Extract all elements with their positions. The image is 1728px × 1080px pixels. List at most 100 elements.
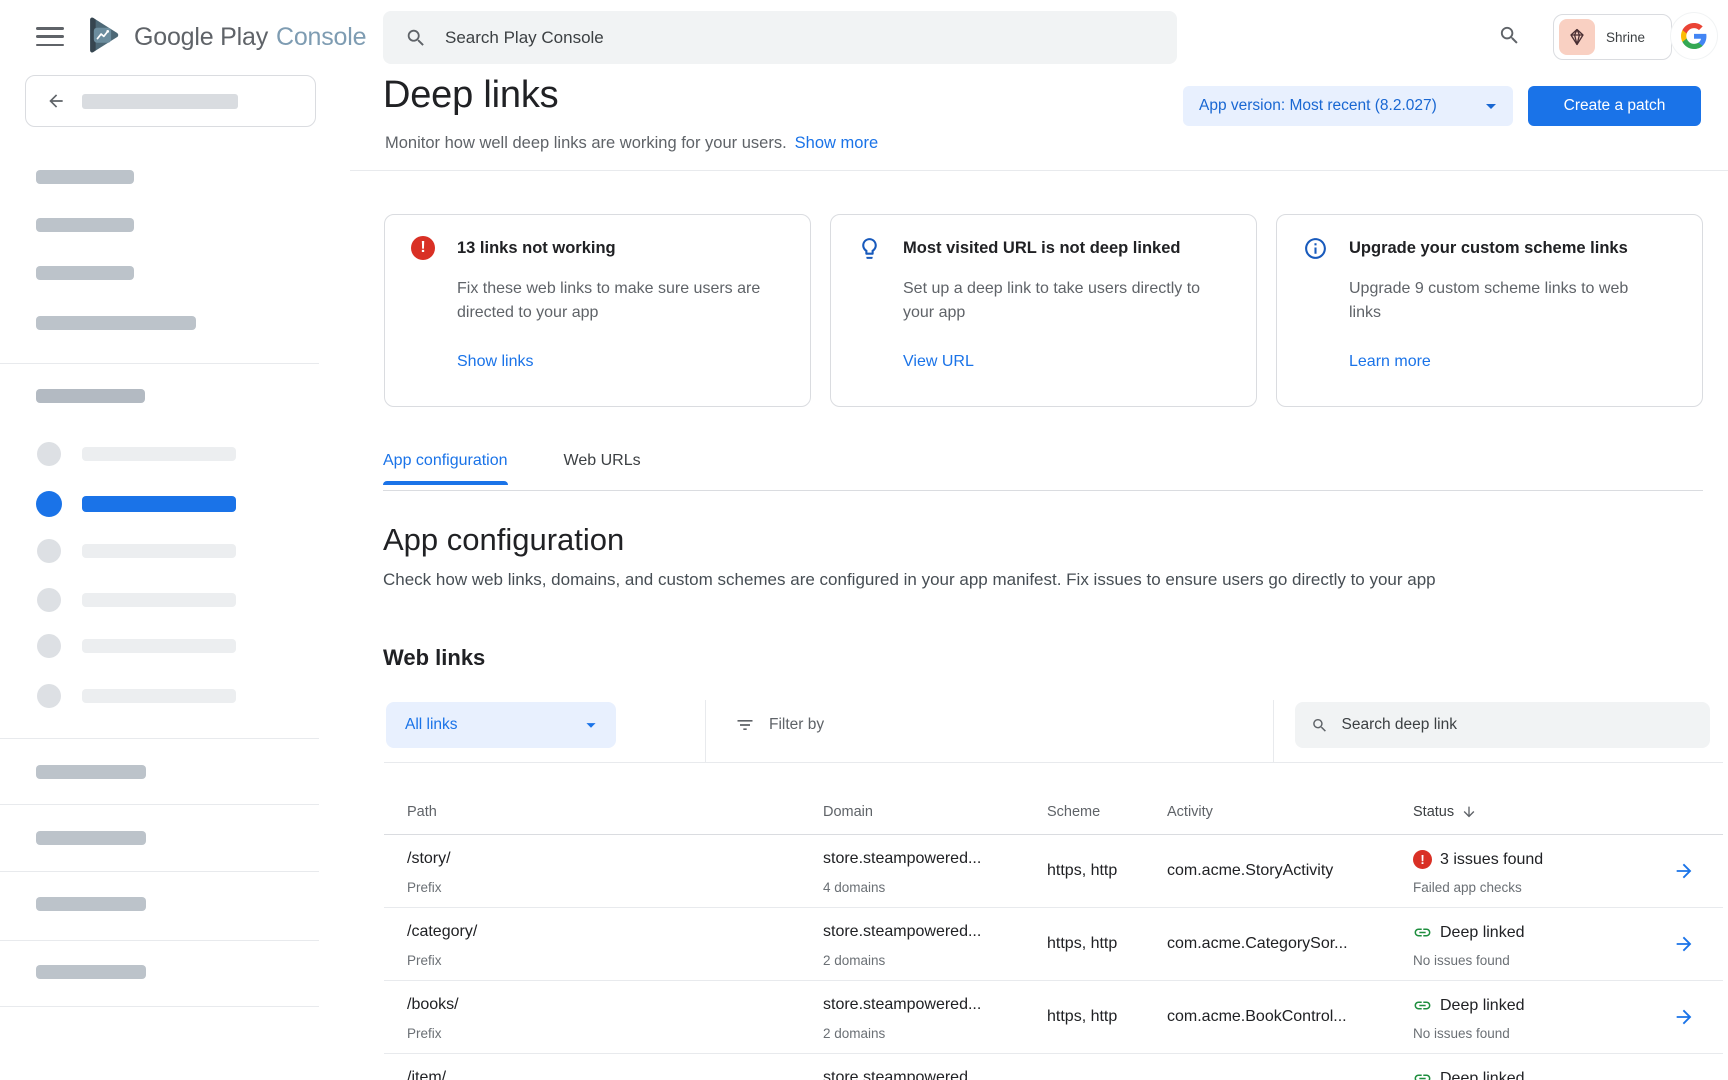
page-subtitle: Monitor how well deep links are working … [385,134,878,153]
sidebar-skeleton-bar [36,965,146,979]
error-icon: ! [1413,850,1432,869]
google-account-icon[interactable] [1671,13,1717,59]
status-cell: Deep linked [1413,923,1525,942]
global-search-input[interactable] [445,28,1155,48]
sidebar-skeleton-bar [36,831,146,845]
domain-cell: store.steampowered... [823,996,981,1014]
play-console-logo[interactable]: Google PlayConsole [82,15,366,60]
app-selector-chip[interactable]: Shrine [1553,14,1672,60]
sidebar-skeleton-bar [82,593,236,607]
sidebar-nav-item[interactable] [37,634,236,658]
column-header-status[interactable]: Status [1413,804,1477,820]
table-row[interactable]: /category/ Prefix store.steampowered... … [384,908,1723,981]
info-icon [1303,236,1328,266]
tab-divider [383,490,1703,491]
search-icon [1311,716,1328,735]
sidebar-skeleton-bar [82,496,236,512]
deep-link-icon [1413,1069,1432,1080]
sort-descending-icon [1461,804,1477,820]
chevron-down-icon [1479,94,1503,118]
column-header-scheme[interactable]: Scheme [1047,804,1100,820]
column-header-activity[interactable]: Activity [1167,804,1213,820]
sidebar-skeleton-bar [36,316,196,330]
section-heading: App configuration [383,522,624,558]
sidebar-skeleton-bar [36,389,145,403]
divider [705,700,706,762]
sidebar-nav-item[interactable] [37,442,236,466]
links-filter-dropdown[interactable]: All links [386,702,616,748]
global-search-bar[interactable] [383,11,1177,64]
back-button[interactable] [25,75,316,127]
sidebar-nav-item-active[interactable] [37,492,236,516]
section-description: Check how web links, domains, and custom… [383,570,1436,590]
sidebar-divider [0,940,319,941]
sidebar-skeleton-bar [36,266,134,280]
sidebar-skeleton-bar [36,897,146,911]
sidebar-skeleton-bar [82,447,236,461]
filter-icon [735,715,755,735]
learn-more-link[interactable]: Learn more [1349,353,1431,371]
tab-app-configuration[interactable]: App configuration [383,452,508,485]
show-links-link[interactable]: Show links [457,353,533,371]
table-row[interactable]: /books/ Prefix store.steampowered... 2 d… [384,981,1723,1054]
path-cell: /story/ [407,850,451,868]
app-chip-label: Shrine [1606,30,1645,45]
card-links-not-working: ! 13 links not working Fix these web lin… [384,214,811,407]
card-title: Most visited URL is not deep linked [903,239,1181,258]
sidebar-skeleton-bar [36,170,134,184]
path-type: Prefix [407,880,442,895]
filter-by-button[interactable]: Filter by [735,702,824,748]
nav-dot-icon [37,539,61,563]
card-body: Set up a deep link to take users directl… [903,277,1233,325]
activity-cell: com.acme.BookControl... [1167,1008,1347,1026]
table-row[interactable]: /item/ store.steampowered... Deep linked [384,1054,1723,1080]
deep-link-icon [1413,923,1432,942]
column-header-domain[interactable]: Domain [823,804,873,820]
show-more-link[interactable]: Show more [795,134,878,152]
status-cell: Deep linked [1413,1069,1525,1080]
sidebar-skeleton-bar [82,544,236,558]
sidebar-nav-item[interactable] [37,539,236,563]
play-console-screen: Google PlayConsole Shrine [0,0,1728,1080]
view-url-link[interactable]: View URL [903,353,974,371]
open-row-arrow-icon[interactable] [1673,933,1695,960]
arrow-back-icon [46,91,66,111]
open-row-arrow-icon[interactable] [1673,860,1695,887]
tab-web-urls[interactable]: Web URLs [564,452,641,485]
nav-dot-icon [37,634,61,658]
nav-dot-icon [37,684,61,708]
divider [384,762,1723,763]
activity-cell: com.acme.CategorySor... [1167,935,1348,953]
divider [1273,700,1274,762]
sidebar-skeleton-bar [36,218,134,232]
nav-dot-icon [37,588,61,612]
column-header-path[interactable]: Path [407,804,437,820]
domain-cell: store.steampowered... [823,1069,981,1080]
card-title: 13 links not working [457,239,616,258]
status-detail: No issues found [1413,953,1510,968]
path-cell: /category/ [407,923,477,941]
path-type: Prefix [407,953,442,968]
sidebar-divider [0,363,319,364]
search-icon[interactable] [1498,24,1521,52]
card-upgrade-schemes: Upgrade your custom scheme links Upgrade… [1276,214,1703,407]
sidebar-nav-item[interactable] [37,588,236,612]
open-row-arrow-icon[interactable] [1673,1006,1695,1033]
sidebar-nav-item[interactable] [37,684,236,708]
scheme-cell: https, http [1047,935,1117,953]
create-patch-button[interactable]: Create a patch [1528,86,1701,126]
domain-count: 2 domains [823,953,885,968]
status-cell: Deep linked [1413,996,1525,1015]
deep-link-search-input[interactable] [1341,716,1694,734]
scheme-cell: https, http [1047,1008,1117,1026]
tab-bar: App configuration Web URLs [383,452,641,485]
error-icon: ! [411,236,435,260]
menu-icon[interactable] [36,27,64,47]
deep-link-search-bar[interactable] [1295,702,1710,748]
nav-dot-icon [36,491,62,517]
chevron-down-icon [580,714,602,736]
lightbulb-icon [857,236,882,266]
table-row[interactable]: /story/ Prefix store.steampowered... 4 d… [384,835,1723,908]
app-version-dropdown[interactable]: App version: Most recent (8.2.027) [1183,86,1513,126]
card-body: Fix these web links to make sure users a… [457,277,787,325]
